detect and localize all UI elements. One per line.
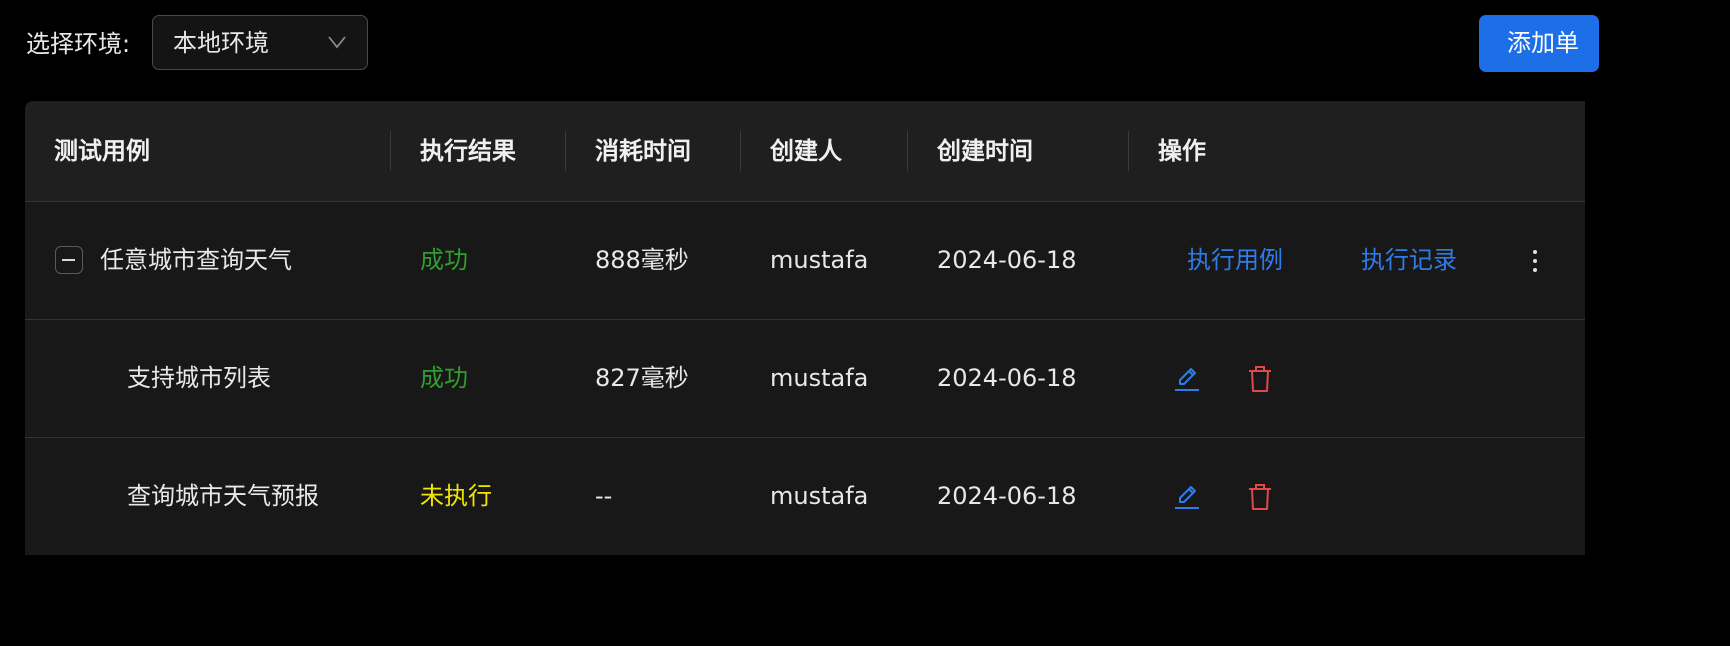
trash-icon[interactable] — [1245, 364, 1275, 394]
chevron-down-icon — [328, 36, 346, 49]
collapse-toggle-button[interactable] — [55, 246, 83, 274]
header-divider — [565, 131, 566, 171]
header-divider — [390, 131, 391, 171]
header-divider — [1128, 131, 1129, 171]
creator: mustafa — [770, 246, 869, 274]
env-select-value: 本地环境 — [173, 29, 269, 57]
table-row: 支持城市列表 成功 827毫秒 mustafa 2024-06-18 — [25, 320, 1585, 438]
add-button[interactable]: 添加单 — [1479, 15, 1599, 72]
test-case-name: 查询城市天气预报 — [127, 482, 319, 510]
table-row: 任意城市查询天气 成功 888毫秒 mustafa 2024-06-18 执行用… — [25, 202, 1585, 320]
run-history-link[interactable]: 执行记录 — [1361, 202, 1457, 319]
header-test-case: 测试用例 — [54, 137, 150, 165]
test-case-name: 任意城市查询天气 — [100, 246, 292, 274]
env-select[interactable]: 本地环境 — [152, 15, 368, 70]
created-date: 2024-06-18 — [937, 364, 1077, 392]
creator: mustafa — [770, 364, 869, 392]
creator: mustafa — [770, 482, 869, 510]
edit-icon[interactable] — [1172, 364, 1202, 394]
duration: 888毫秒 — [595, 246, 689, 274]
created-date: 2024-06-18 — [937, 482, 1077, 510]
result-status: 未执行 — [420, 482, 492, 510]
env-label: 选择环境: — [26, 30, 131, 58]
header-actions: 操作 — [1158, 137, 1206, 165]
edit-icon[interactable] — [1172, 482, 1202, 512]
header-result: 执行结果 — [420, 137, 516, 165]
page: 选择环境: 本地环境 添加单 测试用例 执行结果 消耗时间 创建人 创建时间 操… — [0, 0, 1599, 586]
test-case-table: 测试用例 执行结果 消耗时间 创建人 创建时间 操作 任意城市查询天气 成功 8… — [25, 101, 1585, 555]
header-duration: 消耗时间 — [595, 137, 691, 165]
duration: -- — [595, 482, 613, 510]
created-date: 2024-06-18 — [937, 246, 1077, 274]
header-creator: 创建人 — [770, 137, 842, 165]
table-row: 查询城市天气预报 未执行 -- mustafa 2024-06-18 — [25, 438, 1585, 555]
duration: 827毫秒 — [595, 364, 689, 392]
run-case-link[interactable]: 执行用例 — [1187, 202, 1283, 319]
trash-icon[interactable] — [1245, 482, 1275, 512]
test-case-name: 支持城市列表 — [127, 364, 271, 392]
more-vertical-icon[interactable] — [1525, 246, 1545, 276]
result-status: 成功 — [420, 364, 468, 392]
header-divider — [907, 131, 908, 171]
table-header: 测试用例 执行结果 消耗时间 创建人 创建时间 操作 — [25, 101, 1585, 202]
header-created-time: 创建时间 — [937, 137, 1033, 165]
header-divider — [740, 131, 741, 171]
result-status: 成功 — [420, 246, 468, 274]
